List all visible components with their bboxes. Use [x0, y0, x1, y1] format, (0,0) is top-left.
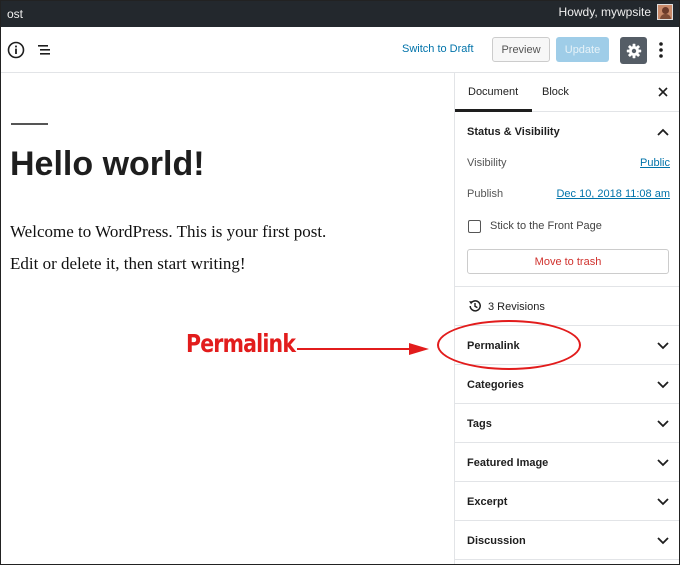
annotation-label: Permalink	[186, 329, 296, 358]
tab-block[interactable]: Block	[542, 86, 569, 98]
panel-title[interactable]: Excerpt	[467, 496, 507, 508]
preview-button[interactable]: Preview	[492, 37, 550, 62]
chevron-down-icon[interactable]	[657, 459, 669, 467]
chevron-down-icon[interactable]	[657, 381, 669, 389]
panel-title[interactable]: Status & Visibility	[467, 126, 560, 138]
list-outline-icon[interactable]	[35, 40, 55, 60]
revisions-label[interactable]: 3 Revisions	[488, 301, 545, 313]
update-button[interactable]: Update	[556, 37, 609, 62]
gear-icon	[626, 43, 641, 58]
chevron-down-icon[interactable]	[657, 537, 669, 545]
info-icon[interactable]	[6, 40, 26, 60]
panel-title[interactable]: Tags	[467, 418, 492, 430]
admin-bar: ost Howdy, mywpsite	[1, 1, 679, 27]
panel-excerpt[interactable]: Excerpt	[455, 482, 679, 521]
visibility-link[interactable]: Public	[640, 157, 670, 169]
paragraph-block[interactable]: Welcome to WordPress. This is your first…	[10, 222, 326, 242]
panel-discussion[interactable]: Discussion	[455, 521, 679, 560]
greeting-text[interactable]: Howdy, mywpsite	[559, 5, 651, 19]
admin-bar-post-link[interactable]: ost	[7, 7, 23, 21]
sidebar-tabs: Document Block	[455, 73, 679, 112]
editor-content: Hello world! Welcome to WordPress. This …	[1, 73, 454, 564]
editor-window: ost Howdy, mywpsite Switch to Draft Prev…	[0, 0, 680, 565]
post-title[interactable]: Hello world!	[10, 145, 205, 184]
sticky-label[interactable]: Stick to the Front Page	[490, 220, 602, 232]
paragraph-block[interactable]: Edit or delete it, then start writing!	[10, 254, 246, 274]
switch-to-draft-button[interactable]: Switch to Draft	[402, 43, 474, 55]
publish-label: Publish	[467, 188, 504, 200]
panel-featured-image[interactable]: Featured Image	[455, 443, 679, 482]
panel-title[interactable]: Featured Image	[467, 457, 548, 469]
chevron-down-icon[interactable]	[657, 342, 669, 350]
annotation-highlight-ellipse	[437, 320, 581, 370]
settings-sidebar: Document Block Status & Visibility Visib…	[454, 73, 679, 564]
chevron-down-icon[interactable]	[657, 498, 669, 506]
chevron-down-icon[interactable]	[657, 420, 669, 428]
publish-date-link[interactable]: Dec 10, 2018 11:08 am	[556, 188, 670, 200]
avatar[interactable]	[657, 4, 673, 20]
visibility-label: Visibility	[467, 157, 507, 169]
admin-bar-account[interactable]: Howdy, mywpsite	[559, 4, 673, 20]
sticky-checkbox[interactable]	[468, 220, 481, 233]
panel-tags[interactable]: Tags	[455, 404, 679, 443]
annotation-arrow-icon	[297, 343, 429, 355]
panel-title[interactable]: Categories	[467, 379, 524, 391]
move-to-trash-button[interactable]: Move to trash	[467, 249, 669, 274]
settings-button[interactable]	[620, 37, 647, 64]
chevron-up-icon[interactable]	[657, 128, 669, 136]
panel-status-visibility: Status & Visibility Visibility Public Pu…	[455, 112, 679, 287]
panel-categories[interactable]: Categories	[455, 365, 679, 404]
panel-title[interactable]: Discussion	[467, 535, 526, 547]
history-icon	[469, 300, 481, 312]
editor-toolbar: Switch to Draft Preview Update	[1, 27, 679, 73]
tab-document[interactable]: Document	[468, 86, 518, 98]
vertical-ellipsis-icon[interactable]	[656, 40, 666, 60]
separator-block	[11, 123, 48, 125]
close-icon[interactable]	[657, 86, 669, 98]
